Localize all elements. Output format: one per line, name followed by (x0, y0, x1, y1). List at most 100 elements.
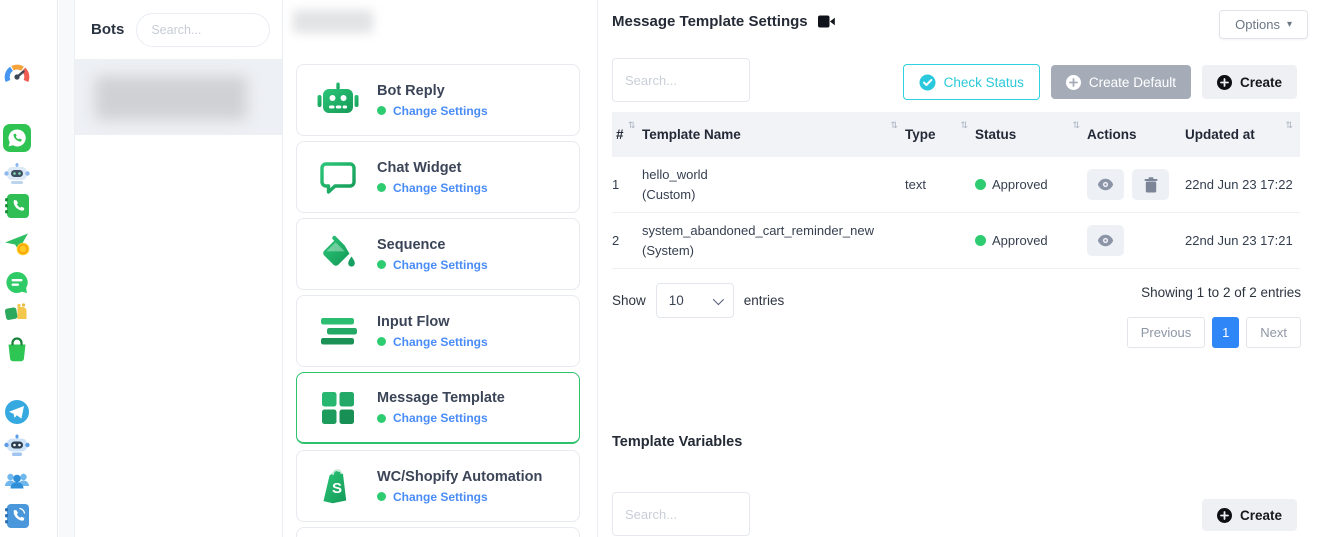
settings-card-partial[interactable] (296, 527, 580, 537)
sort-icon[interactable]: ⇅ (628, 120, 636, 131)
cell-template-name: hello_world (Custom) (642, 165, 905, 204)
entries-label: entries (744, 293, 785, 308)
table-toolbar-buttons: Check Status Create Default Create (903, 64, 1297, 100)
template-name: hello_world (642, 165, 905, 185)
robot-icon[interactable] (3, 158, 31, 186)
check-status-button[interactable]: Check Status (903, 64, 1040, 100)
create-button[interactable]: Create (1202, 65, 1297, 99)
current-page-button[interactable]: 1 (1212, 317, 1239, 348)
previous-page-button[interactable]: Previous (1127, 317, 1206, 348)
template-variables-search-input[interactable] (612, 492, 750, 536)
template-search-input[interactable] (612, 58, 750, 102)
bots-search-input[interactable] (136, 13, 270, 47)
bot-list-item-selected[interactable] (75, 60, 282, 135)
change-settings-link[interactable]: Change Settings (377, 258, 488, 272)
change-settings-link[interactable]: Change Settings (377, 104, 488, 118)
header-status[interactable]: Status ⇅ (975, 127, 1087, 142)
status-dot-icon (377, 492, 386, 501)
plus-circle-icon (1217, 75, 1232, 90)
page-size-select[interactable]: 10 (656, 283, 734, 318)
status-dot-icon (377, 414, 386, 423)
status-label: Approved (992, 233, 1048, 248)
settings-card-title: WC/Shopify Automation (377, 469, 542, 485)
settings-card-wc-shopify[interactable]: S WC/Shopify Automation Change Settings (296, 450, 580, 522)
sort-icon[interactable]: ⇅ (960, 120, 968, 131)
change-settings-link[interactable]: Change Settings (377, 181, 488, 195)
sort-icon[interactable]: ⇅ (890, 120, 898, 131)
whatsapp-icon[interactable] (3, 124, 31, 152)
change-settings-label: Change Settings (393, 258, 488, 272)
change-settings-link[interactable]: Change Settings (377, 335, 488, 349)
options-label: Options (1235, 17, 1280, 32)
status-dot-icon (975, 235, 986, 246)
telegram-icon[interactable] (3, 398, 31, 426)
bot-badge-redacted (293, 10, 373, 33)
settings-card-sequence[interactable]: Sequence Change Settings (296, 218, 580, 290)
bots-panel-title: Bots (91, 21, 124, 38)
table-row: 1 hello_world (Custom) text Approved 22n… (612, 157, 1300, 213)
change-settings-label: Change Settings (393, 335, 488, 349)
settings-card-text: Message Template Change Settings (377, 390, 505, 425)
header-num[interactable]: # ⇅ (612, 127, 642, 142)
next-page-button[interactable]: Next (1246, 317, 1301, 348)
settings-card-text: Sequence Change Settings (377, 237, 488, 272)
video-camera-icon[interactable] (818, 15, 835, 28)
address-book-icon[interactable] (3, 502, 31, 530)
settings-card-message-template[interactable]: Message Template Change Settings (296, 372, 580, 444)
settings-card-bot-reply[interactable]: Bot Reply Change Settings (296, 64, 580, 136)
bot-icon[interactable] (3, 430, 31, 458)
create-label: Create (1240, 75, 1282, 90)
broadcast-icon[interactable] (3, 229, 31, 257)
status-dot-icon (377, 183, 386, 192)
page-title-label: Message Template Settings (612, 13, 808, 30)
shopping-bag-icon[interactable] (3, 335, 31, 363)
view-button[interactable] (1087, 169, 1124, 200)
sequence-icon (316, 232, 360, 276)
caret-down-icon: ▾ (1287, 20, 1292, 30)
team-icon[interactable] (3, 466, 31, 494)
page-title: Message Template Settings (612, 13, 835, 30)
change-settings-link[interactable]: Change Settings (377, 490, 542, 504)
settings-card-chat-widget[interactable]: Chat Widget Change Settings (296, 141, 580, 213)
plus-circle-icon (1217, 508, 1232, 523)
view-button[interactable] (1087, 225, 1124, 256)
shopify-icon: S (316, 464, 360, 508)
plus-circle-icon (1066, 75, 1081, 90)
bots-panel-header: Bots (75, 0, 282, 60)
bot-reply-icon (316, 78, 360, 122)
template-origin: (Custom) (642, 185, 905, 205)
header-updated-at[interactable]: Updated at ⇅ (1185, 127, 1300, 142)
change-settings-label: Change Settings (393, 490, 488, 504)
settings-card-text: Bot Reply Change Settings (377, 83, 488, 118)
integrations-icon[interactable] (3, 299, 31, 327)
header-template-name[interactable]: Template Name ⇅ (642, 127, 905, 142)
cell-actions (1087, 225, 1185, 256)
settings-card-title: Sequence (377, 237, 488, 253)
change-settings-link[interactable]: Change Settings (377, 411, 505, 425)
status-label: Approved (992, 177, 1048, 192)
settings-card-input-flow[interactable]: Input Flow Change Settings (296, 295, 580, 367)
create-variable-button[interactable]: Create (1202, 499, 1297, 531)
dashboard-icon[interactable] (3, 62, 31, 90)
sort-icon[interactable]: ⇅ (1285, 120, 1293, 131)
create-variable-label: Create (1240, 508, 1282, 523)
template-name: system_abandoned_cart_reminder_new (642, 221, 905, 241)
create-default-button[interactable]: Create Default (1051, 65, 1191, 99)
chat-icon[interactable] (3, 269, 31, 297)
contacts-icon[interactable] (3, 192, 31, 220)
sort-icon[interactable]: ⇅ (1072, 120, 1080, 131)
pagination: Previous 1 Next (1120, 317, 1301, 348)
settings-card-list: Bot Reply Change Settings Chat Widget Ch… (296, 64, 580, 537)
delete-button[interactable] (1132, 169, 1169, 200)
header-type[interactable]: Type ⇅ (905, 127, 975, 142)
chevron-down-icon (713, 293, 724, 304)
options-button[interactable]: Options ▾ (1219, 10, 1308, 39)
cell-status: Approved (975, 177, 1087, 192)
settings-card-title: Input Flow (377, 314, 488, 330)
cell-num: 1 (612, 177, 642, 192)
templates-table: # ⇅ Template Name ⇅ Type ⇅ Status ⇅ Acti… (612, 112, 1300, 269)
settings-card-title: Message Template (377, 390, 505, 406)
page-size-control: Show 10 entries (612, 283, 784, 318)
input-flow-icon (316, 309, 360, 353)
cell-type: text (905, 177, 975, 192)
